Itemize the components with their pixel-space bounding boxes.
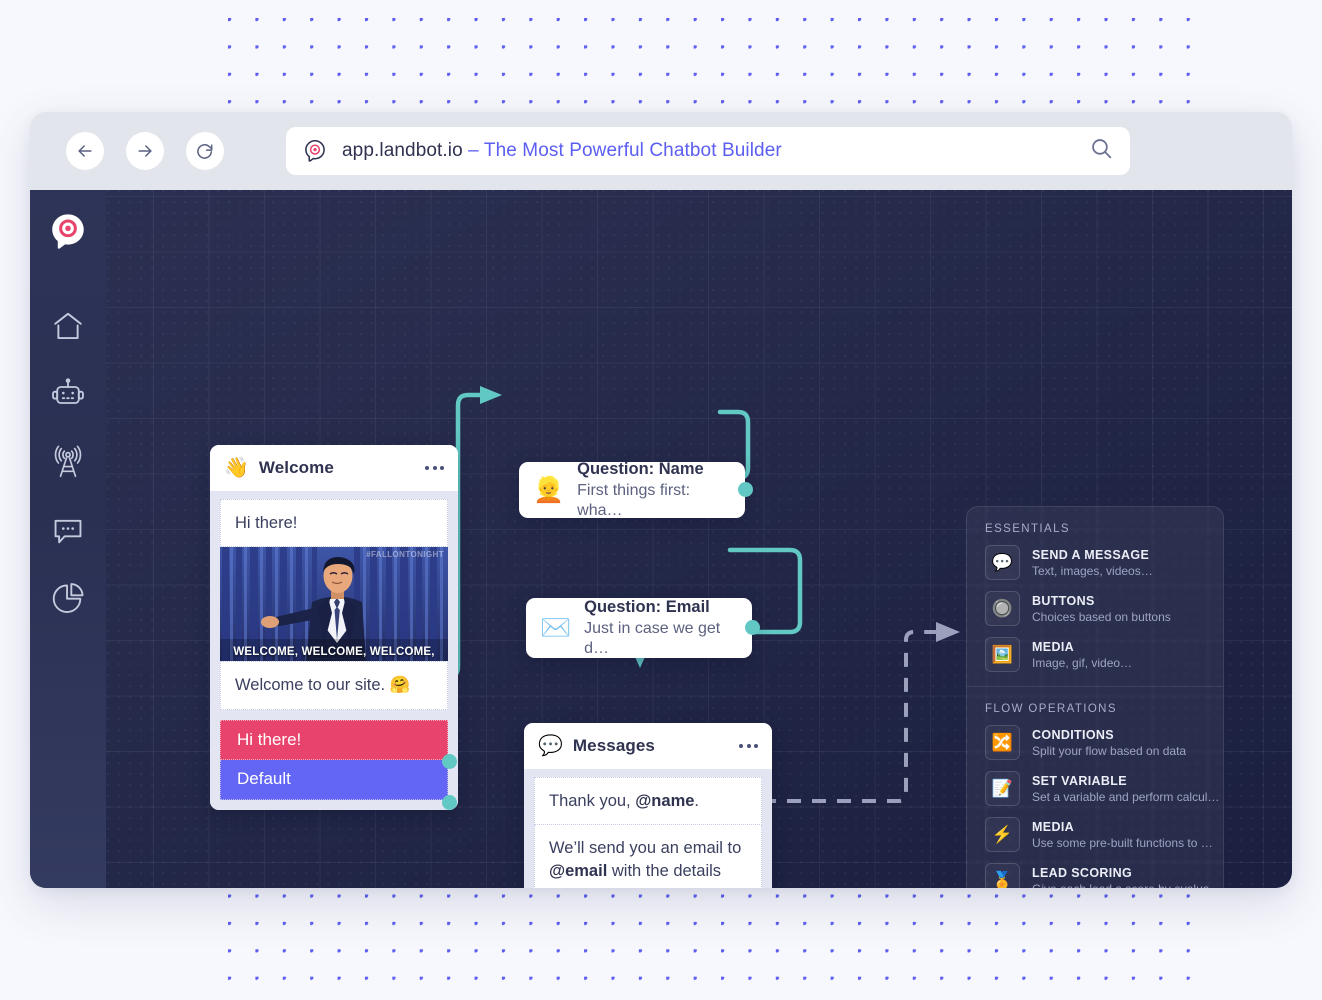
browser-window: app.landbot.io – The Most Powerful Chatb… (30, 112, 1292, 888)
welcome-message-2[interactable]: Welcome to our site. 🤗 (220, 661, 448, 710)
arrow-right-icon (138, 145, 152, 157)
url-page-title: The Most Powerful Chatbot Builder (483, 140, 782, 161)
buttons-icon: 🔘 (985, 591, 1020, 626)
conditions-icon: 🔀 (985, 725, 1020, 760)
node-messages-body: Thank you, @name. We’ll send you an emai… (524, 769, 772, 888)
landbot-logo-icon (305, 139, 325, 162)
node-question-email-subtitle: Just in case we get d… (584, 619, 721, 657)
gif-artwork (220, 547, 448, 662)
back-button[interactable] (66, 132, 104, 170)
blocks-panel: ESSENTIALS 💬 SEND A MESSAGE Text, images… (966, 506, 1224, 888)
port-welcome-hi-there[interactable] (442, 754, 457, 769)
message-1-suffix: . (694, 792, 700, 810)
panel-section-essentials: ESSENTIALS 💬 SEND A MESSAGE Text, images… (967, 507, 1223, 686)
panel-item-buttons-label: BUTTONS (1032, 593, 1095, 608)
arrow-left-icon (78, 145, 92, 157)
reload-icon (197, 144, 213, 159)
node-messages-title: Messages (572, 736, 655, 755)
forward-button[interactable] (126, 132, 164, 170)
port-welcome-default[interactable] (442, 795, 457, 810)
node-question-email[interactable]: ✉️ Question: Email Just in case we get d… (526, 598, 760, 658)
panel-item-buttons[interactable]: 🔘 BUTTONS Choices based on buttons (985, 591, 1205, 626)
connector-arrow-name (480, 386, 502, 404)
set-variable-icon: 📝 (985, 771, 1020, 806)
media-image-icon: 🖼️ (985, 637, 1020, 672)
speech-bubble-icon: 💬 (985, 545, 1020, 580)
reload-button[interactable] (186, 132, 224, 170)
panel-item-lead-scoring-label: LEAD SCORING (1032, 865, 1133, 880)
panel-section-flow-operations: FLOW OPERATIONS 🔀 CONDITIONS Split your … (967, 686, 1223, 888)
url-bar[interactable]: app.landbot.io – The Most Powerful Chatb… (286, 127, 1130, 175)
envelope-icon: ✉️ (540, 613, 572, 642)
panel-item-lead-scoring[interactable]: 🏅 LEAD SCORING Give each lead a score by… (985, 863, 1221, 888)
panel-item-media-functions-label: MEDIA (1032, 819, 1075, 834)
node-question-name[interactable]: 👱 Question: Name First things first: wha… (519, 460, 753, 519)
panel-item-media-functions-desc: Use some pre-built functions to … (1032, 835, 1213, 850)
welcome-button-default-label: Default (237, 769, 291, 789)
gif-caption: WELCOME, WELCOME, WELCOME, (233, 646, 435, 659)
node-welcome-body: Hi there! #FALLONTONIGHT WELCOME, WELCOM… (210, 491, 458, 810)
port-question-name-out[interactable] (738, 482, 753, 497)
connector-arrow-panel (936, 622, 960, 642)
welcome-button-hi-there-label: Hi there! (237, 729, 302, 749)
panel-item-set-variable-desc: Set a variable and perform calcul… (1032, 789, 1220, 804)
welcome-message-1[interactable]: Hi there! (220, 499, 448, 548)
gif-watermark: #FALLONTONIGHT (366, 550, 444, 560)
panel-item-send-a-message-label: SEND A MESSAGE (1032, 547, 1150, 562)
panel-item-conditions[interactable]: 🔀 CONDITIONS Split your flow based on da… (985, 725, 1205, 760)
panel-item-send-a-message-desc: Text, images, videos… (1032, 563, 1153, 578)
node-messages-menu-icon[interactable] (729, 738, 758, 754)
url-separator: – (462, 140, 484, 161)
panel-item-media[interactable]: 🖼️ MEDIA Image, gif, video… (985, 637, 1205, 672)
panel-item-media-desc: Image, gif, video… (1032, 655, 1133, 670)
panel-section-flow-operations-title: FLOW OPERATIONS (985, 703, 1117, 715)
speech-bubble-icon: 💬 (538, 735, 563, 757)
node-question-name-title: Question: Name (577, 460, 704, 479)
message-bubble-1[interactable]: Thank you, @name. (534, 777, 762, 826)
panel-item-conditions-label: CONDITIONS (1032, 727, 1114, 742)
flow-canvas[interactable]: 👋 Welcome Hi there! #FALLONTONIGHT WELCO… (30, 190, 1292, 888)
person-face-icon: 👱 (533, 475, 565, 504)
waving-hand-icon: 👋 (224, 457, 249, 479)
node-welcome-menu-icon[interactable] (415, 460, 444, 476)
node-welcome[interactable]: 👋 Welcome Hi there! #FALLONTONIGHT WELCO… (210, 445, 458, 810)
url-host: app.landbot.io (342, 140, 463, 161)
panel-item-lead-scoring-desc: Give each lead a score by evalua… (1032, 882, 1221, 889)
message-2-prefix: We’ll send you an email to (549, 839, 742, 858)
node-messages[interactable]: 💬 Messages Thank you, @name. We’ll send … (524, 723, 772, 888)
welcome-gif[interactable]: #FALLONTONIGHT WELCOME, WELCOME, WELCOME… (220, 547, 448, 662)
welcome-button-default[interactable]: Default (220, 759, 448, 800)
panel-section-essentials-title: ESSENTIALS (985, 523, 1070, 535)
message-2-variable: @email (549, 861, 608, 880)
node-messages-header: 💬 Messages (524, 723, 772, 769)
panel-item-set-variable-label: SET VARIABLE (1032, 773, 1127, 788)
lightning-icon: ⚡ (985, 817, 1020, 852)
node-welcome-header: 👋 Welcome (210, 445, 458, 491)
panel-item-conditions-desc: Split your flow based on data (1032, 743, 1187, 758)
search-icon[interactable] (1089, 136, 1114, 166)
panel-item-media-functions[interactable]: ⚡ MEDIA Use some pre-built functions to … (985, 817, 1213, 852)
port-question-email-out[interactable] (745, 620, 760, 635)
node-welcome-title: Welcome (258, 458, 334, 477)
message-2-suffix: with the details (607, 861, 722, 880)
panel-item-media-label: MEDIA (1032, 639, 1075, 654)
welcome-button-hi-there[interactable]: Hi there! (220, 719, 448, 760)
message-1-prefix: Thank you, (549, 792, 636, 810)
connector-messages-to-panel (762, 630, 938, 803)
node-question-email-title: Question: Email (584, 598, 710, 617)
message-bubble-2[interactable]: We’ll send you an email to @email with t… (534, 825, 762, 888)
panel-item-send-a-message[interactable]: 💬 SEND A MESSAGE Text, images, videos… (985, 545, 1205, 580)
message-1-variable: @name (635, 792, 695, 810)
panel-item-buttons-desc: Choices based on buttons (1032, 609, 1171, 624)
browser-chrome: app.landbot.io – The Most Powerful Chatb… (30, 112, 1292, 277)
node-question-name-subtitle: First things first: wha… (577, 481, 691, 519)
medal-icon: 🏅 (985, 863, 1020, 888)
url-text: app.landbot.io – The Most Powerful Chatb… (342, 140, 782, 162)
panel-item-set-variable[interactable]: 📝 SET VARIABLE Set a variable and perfor… (985, 771, 1219, 806)
